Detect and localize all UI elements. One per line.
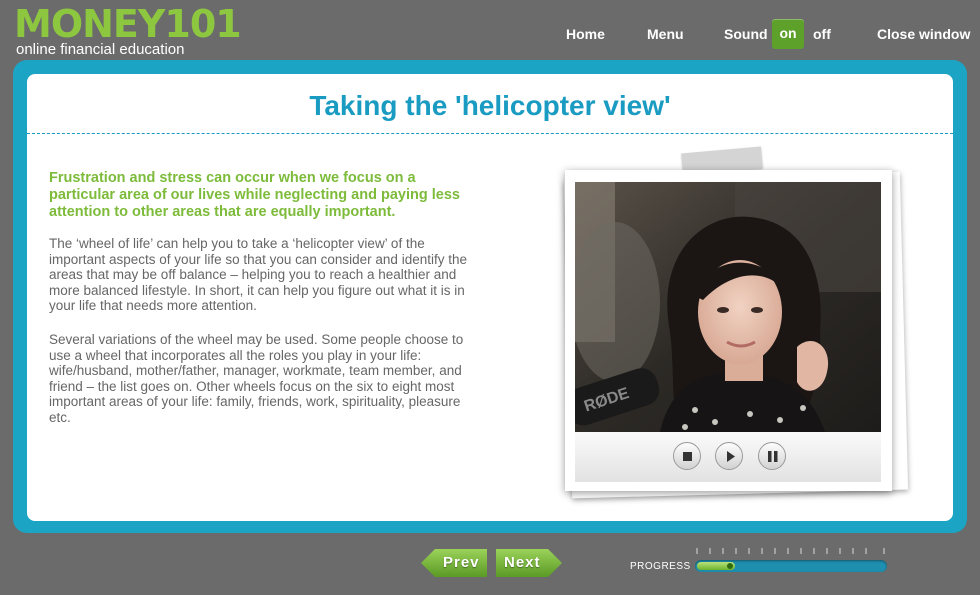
prev-button[interactable]: Prev xyxy=(421,548,487,578)
video-controls xyxy=(575,432,881,482)
pause-icon xyxy=(768,451,778,462)
progress-marker xyxy=(727,563,733,569)
progress-label: PROGRESS xyxy=(630,561,691,572)
video-photo-frame: RØDE xyxy=(565,170,892,491)
body-paragraph-1: The ‘wheel of life’ can help you to take… xyxy=(49,236,467,313)
next-button[interactable]: Next xyxy=(496,548,562,578)
money101-logo: MONEY101 online financial education xyxy=(14,4,274,60)
sound-off-toggle[interactable]: off xyxy=(813,26,831,42)
title-divider xyxy=(27,133,953,134)
content-frame: Taking the 'helicopter view' Frustration… xyxy=(13,60,967,533)
progress-bar xyxy=(695,560,887,572)
next-label: Next xyxy=(504,554,541,571)
home-link[interactable]: Home xyxy=(566,26,605,42)
video-frame-image: RØDE xyxy=(575,182,881,432)
content-panel: Taking the 'helicopter view' Frustration… xyxy=(27,74,953,521)
play-icon xyxy=(727,451,735,462)
page-title: Taking the 'helicopter view' xyxy=(309,90,671,121)
lead-text: Frustration and stress can occur when we… xyxy=(49,170,460,220)
body-paragraph-2: Several variations of the wheel may be u… xyxy=(49,332,464,425)
play-button[interactable] xyxy=(715,442,743,470)
logo-tagline: online financial education xyxy=(16,41,185,58)
pause-button[interactable] xyxy=(758,442,786,470)
prev-label: Prev xyxy=(443,554,480,571)
sound-on-toggle[interactable]: on xyxy=(772,19,804,49)
menu-link[interactable]: Menu xyxy=(647,26,684,42)
video-player[interactable]: RØDE xyxy=(575,182,881,432)
progress-ticks xyxy=(696,548,885,554)
stop-button[interactable] xyxy=(673,442,701,470)
logo-wordmark: MONEY101 xyxy=(14,2,242,46)
close-window-link[interactable]: Close window xyxy=(877,26,970,42)
sound-label: Sound xyxy=(724,26,768,42)
stop-icon xyxy=(683,452,692,461)
